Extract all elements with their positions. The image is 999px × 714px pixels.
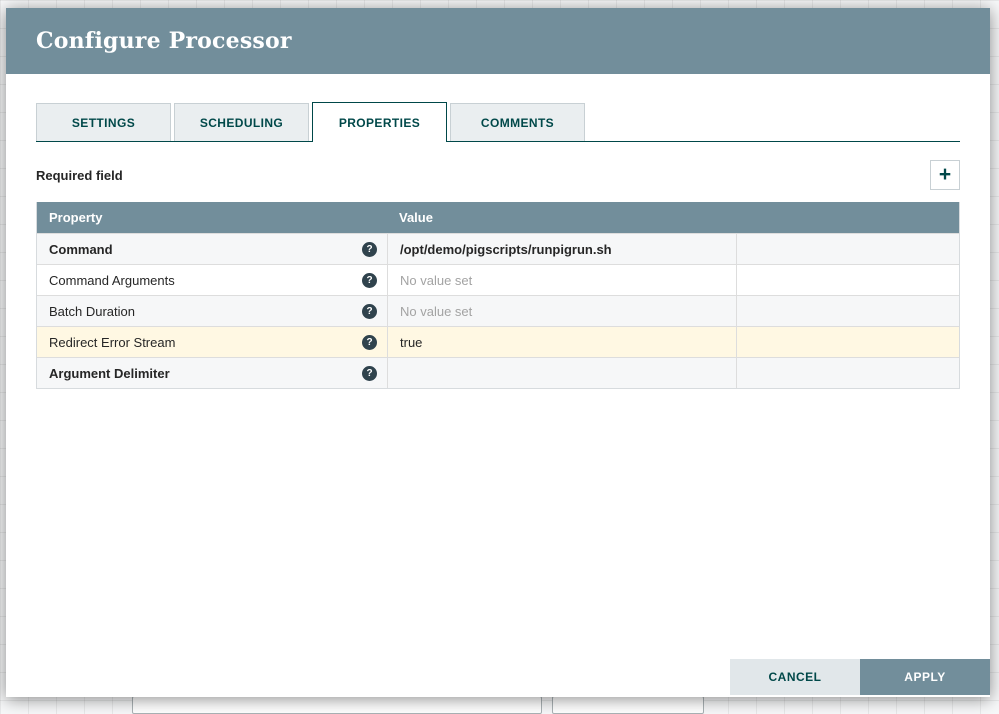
- required-field-label: Required field: [36, 167, 123, 183]
- tab-scheduling[interactable]: SCHEDULING: [174, 103, 309, 141]
- property-value[interactable]: No value set: [387, 296, 737, 326]
- table-row[interactable]: Command Arguments ? No value set: [37, 264, 959, 295]
- tab-settings[interactable]: SETTINGS: [36, 103, 171, 141]
- plus-icon: +: [938, 162, 952, 186]
- help-icon[interactable]: ?: [362, 334, 377, 350]
- tab-properties[interactable]: PROPERTIES: [312, 102, 447, 142]
- property-name: Argument Delimiter: [49, 365, 170, 381]
- canvas-component-partial: [132, 696, 542, 714]
- help-icon[interactable]: ?: [362, 365, 377, 381]
- property-value[interactable]: true: [387, 327, 737, 357]
- property-value[interactable]: [387, 358, 737, 388]
- property-value[interactable]: No value set: [387, 265, 737, 295]
- help-icon[interactable]: ?: [362, 241, 377, 257]
- tab-bar: SETTINGS SCHEDULING PROPERTIES COMMENTS: [36, 102, 960, 142]
- table-row[interactable]: Command ? /opt/demo/pigscripts/runpigrun…: [37, 233, 959, 264]
- dialog-header: Configure Processor: [6, 8, 990, 74]
- configure-processor-dialog: Configure Processor SETTINGS SCHEDULING …: [6, 8, 990, 697]
- row-actions-spacer: [737, 265, 959, 295]
- add-property-button[interactable]: +: [930, 160, 960, 190]
- canvas-component-partial: [552, 696, 704, 714]
- property-name: Command Arguments: [49, 272, 175, 288]
- property-name: Command: [49, 241, 113, 257]
- help-icon[interactable]: ?: [362, 272, 377, 288]
- property-value[interactable]: /opt/demo/pigscripts/runpigrun.sh: [387, 234, 737, 264]
- table-toolbar: Required field +: [36, 158, 960, 192]
- row-actions-spacer: [737, 327, 959, 357]
- column-header-property: Property: [49, 210, 103, 225]
- table-row[interactable]: Argument Delimiter ?: [37, 357, 959, 388]
- dialog-body: SETTINGS SCHEDULING PROPERTIES COMMENTS …: [6, 74, 990, 697]
- help-icon[interactable]: ?: [362, 303, 377, 319]
- tab-comments[interactable]: COMMENTS: [450, 103, 585, 141]
- property-name: Batch Duration: [49, 303, 135, 319]
- property-name: Redirect Error Stream: [49, 334, 176, 350]
- column-header-value: Value: [399, 210, 433, 225]
- table-header-row: Property Value: [37, 202, 959, 233]
- properties-table: Property Value Command ? /opt/demo/pigsc…: [36, 202, 960, 389]
- dialog-footer: CANCEL APPLY: [730, 659, 990, 695]
- table-row[interactable]: Batch Duration ? No value set: [37, 295, 959, 326]
- cancel-button[interactable]: CANCEL: [730, 659, 860, 695]
- table-row[interactable]: Redirect Error Stream ? true: [37, 326, 959, 357]
- row-actions-spacer: [737, 296, 959, 326]
- row-actions-spacer: [737, 358, 959, 388]
- dialog-title: Configure Processor: [36, 28, 292, 54]
- row-actions-spacer: [737, 234, 959, 264]
- apply-button[interactable]: APPLY: [860, 659, 990, 695]
